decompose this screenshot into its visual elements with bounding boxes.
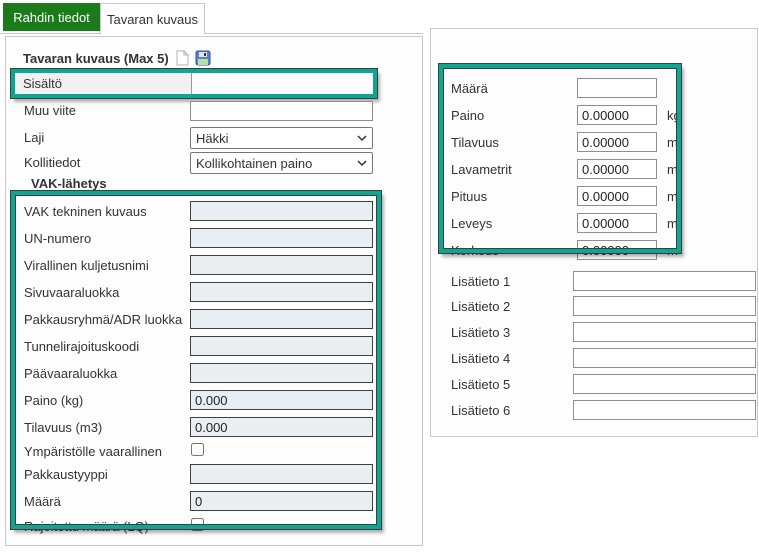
vak-row-label: Päävaaraluokka [24,366,117,381]
pakkausryhma-adr-luokka-input[interactable] [190,309,373,329]
measure-row-label: Lavametrit [451,162,512,177]
vak-row-label: Pakkaustyyppi [24,467,108,482]
muu-viite-input[interactable] [190,101,373,121]
measurements-panel: Määrä Paino kg Tilavuus m³ Lavametrit m … [430,28,758,437]
paavaaraluokka-input[interactable] [190,363,373,383]
vak-row-label: Määrä [24,494,61,509]
tunnelirajoituskoodi-input[interactable] [190,336,373,356]
measure-row-label: Pituus [451,189,487,204]
vak-row-label: VAK tekninen kuvaus [24,204,147,219]
unit-label: m [667,162,678,177]
sivuvaaraluokka-input[interactable] [190,282,373,302]
tab-tavaran-kuvaus[interactable]: Tavaran kuvaus [100,3,205,34]
extra-row-label: Lisätieto 1 [451,274,510,289]
panel-title: Tavaran kuvaus (Max 5) [23,50,211,66]
unit-label: m [667,189,678,204]
vak-row-label: Tilavuus (m3) [24,420,102,435]
maara-input[interactable] [577,78,657,98]
leveys-input[interactable] [577,213,657,233]
measure-row-label: Tilavuus [451,135,499,150]
sisalto-input[interactable] [192,73,373,94]
extra-row-label: Lisätieto 6 [451,403,510,418]
vak-maara-input[interactable] [190,491,373,511]
unit-label: m [667,216,678,231]
tilavuus-input[interactable] [577,132,657,152]
vak-row-label: Pakkausryhmä/ADR luokka [24,312,182,327]
extra-row-label: Lisätieto 5 [451,377,510,392]
extra-row-label: Lisätieto 3 [451,325,510,340]
pakkaustyyppi-input[interactable] [190,464,373,484]
lisatieto-3-input[interactable] [573,322,756,342]
sisalto-label: Sisältö [15,73,191,94]
measure-row-label: Korkeus [451,243,499,258]
measure-row-label: Määrä [451,81,488,96]
unit-label: m [667,243,678,258]
vak-tilavuus-input[interactable] [190,417,373,437]
lisatieto-5-input[interactable] [573,374,756,394]
tab-strip-divider [0,33,423,34]
kollitiedot-select[interactable]: Kollikohtainen paino [190,152,373,174]
chevron-down-icon [357,158,367,168]
vak-tekninen-kuvaus-input[interactable] [190,201,373,221]
paino-input[interactable] [577,105,657,125]
goods-description-form: Rahdin tiedot Tavaran kuvaus Tavaran kuv… [0,0,759,559]
vak-row-label: Virallinen kuljetusnimi [24,258,149,273]
laji-select-value: Häkki [196,131,229,146]
measure-row-label: Paino [451,108,484,123]
laji-select[interactable]: Häkki [190,127,373,149]
new-page-icon[interactable] [174,50,190,66]
vak-row-label: Tunnelirajoituskoodi [24,339,139,354]
lisatieto-1-input[interactable] [573,271,756,291]
virallinen-kuljetusnimi-input[interactable] [190,255,373,275]
unit-label: kg [667,108,681,123]
vak-paino-input[interactable] [190,390,373,410]
goods-description-panel: Tavaran kuvaus (Max 5) Sisältö [5,36,423,546]
save-icon[interactable] [195,50,211,66]
kollitiedot-select-value: Kollikohtainen paino [196,156,312,171]
lavametrit-input[interactable] [577,159,657,179]
vak-row-label: Ympäristölle vaarallinen [24,444,162,459]
un-numero-input[interactable] [190,228,373,248]
ymparistolle-vaarallinen-checkbox[interactable] [191,443,204,456]
extra-row-label: Lisätieto 2 [451,299,510,314]
measure-row-label: Leveys [451,216,492,231]
chevron-down-icon [357,133,367,143]
lisatieto-6-input[interactable] [573,400,756,420]
vak-row-label: UN-numero [24,231,91,246]
extra-row-label: Lisätieto 4 [451,351,510,366]
muu-viite-label: Muu viite [24,103,76,118]
panel-title-text: Tavaran kuvaus (Max 5) [23,51,169,66]
korkeus-input[interactable] [577,240,657,260]
lisatieto-2-input[interactable] [573,296,756,316]
kollitiedot-label: Kollitiedot [24,155,80,170]
lisatieto-4-input[interactable] [573,348,756,368]
vak-section-title: VAK-lähetys [31,176,107,191]
laji-label: Laji [24,130,44,145]
vak-row-label: Rajoitettu määrä (LQ) [24,519,149,534]
tab-rahdin-tiedot[interactable]: Rahdin tiedot [3,3,100,31]
unit-label: m³ [667,135,682,150]
vak-row-label: Sivuvaaraluokka [24,285,119,300]
vak-row-label: Paino (kg) [24,393,83,408]
pituus-input[interactable] [577,186,657,206]
rajoitettu-maara-checkbox[interactable] [191,518,204,531]
highlight-box-sisalto: Sisältö [11,69,377,98]
